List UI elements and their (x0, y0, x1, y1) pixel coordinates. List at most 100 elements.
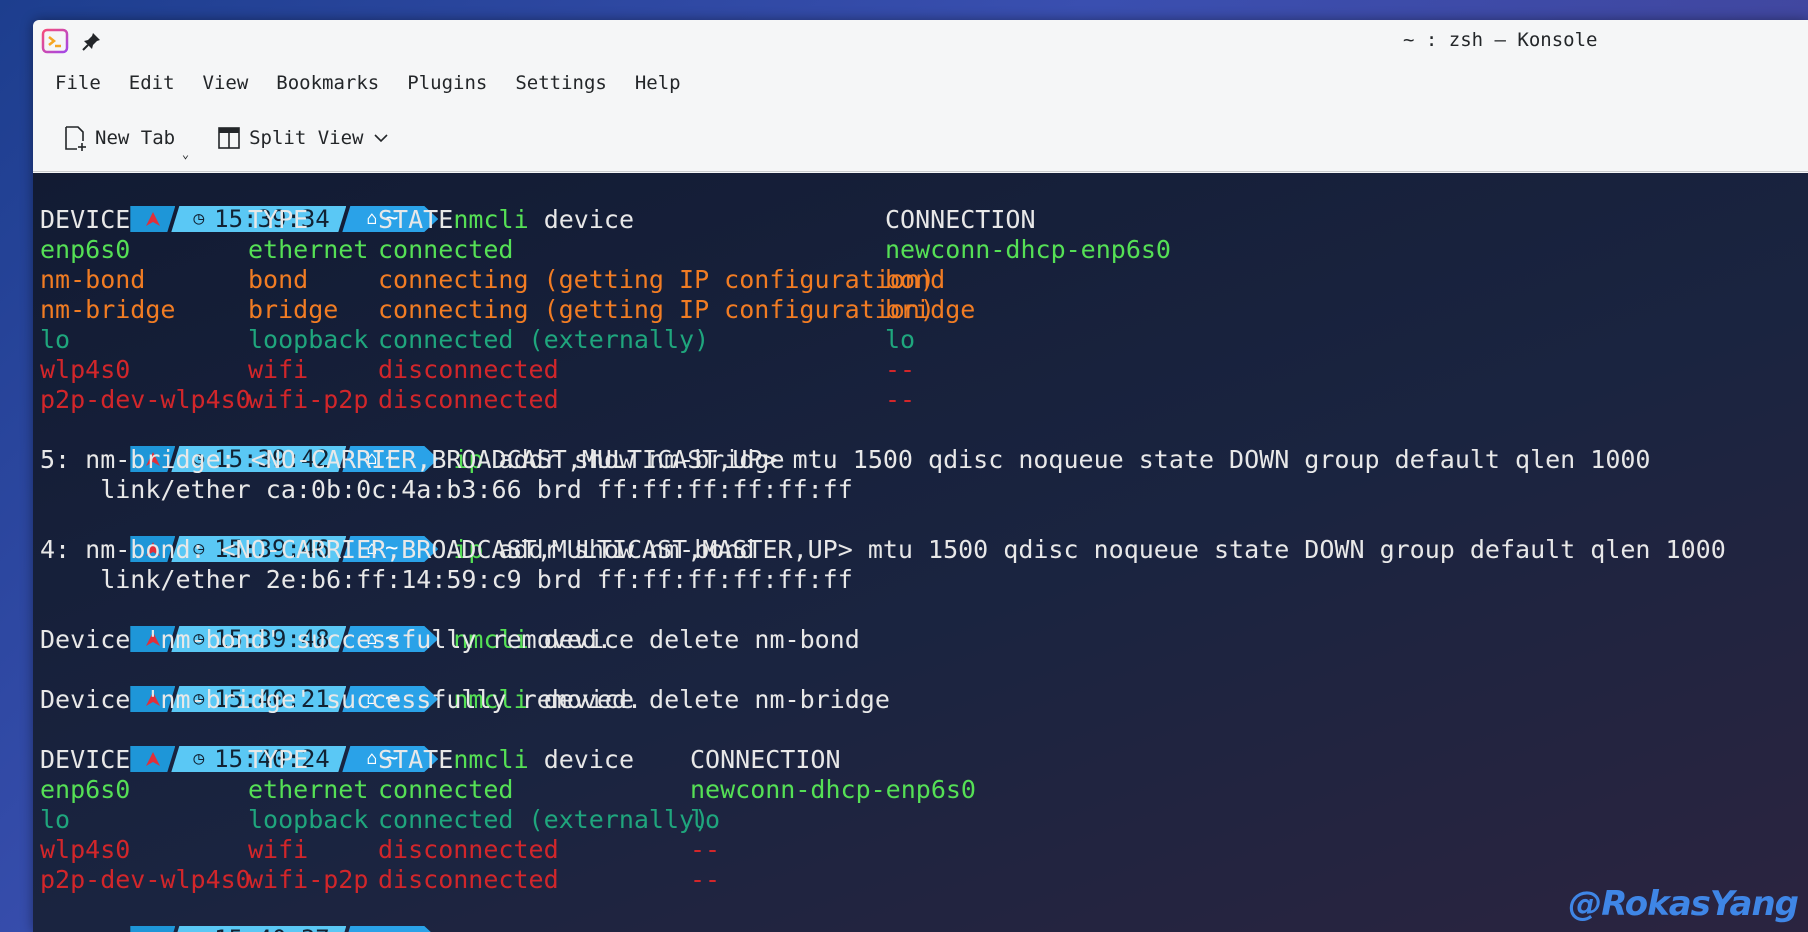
cell-device: lo (40, 325, 71, 354)
header-connection: CONNECTION (690, 745, 841, 774)
menu-view[interactable]: View (189, 66, 263, 100)
cell-type: wifi-p2p (248, 865, 369, 894)
prompt-time: 15:40:37 (214, 924, 330, 932)
menu-file[interactable]: File (41, 66, 115, 100)
cell-state: connected (378, 235, 514, 264)
cell-connection: -- (885, 385, 916, 414)
table-row: wlp4s0 wifi disconnected -- (40, 835, 1808, 865)
watermark: @RokasYang (1568, 884, 1799, 924)
header-type: TYPE (248, 205, 309, 234)
dir-segment: ⌂~ (342, 926, 438, 932)
cell-connection: newconn-dhcp-enp6s0 (690, 775, 976, 804)
cell-state: disconnected (378, 385, 559, 414)
cell-connection: lo (690, 805, 721, 834)
table-row: enp6s0 ethernet connected newconn-dhcp-e… (40, 235, 1808, 265)
cell-type: bridge (248, 295, 339, 324)
prompt-line: ◷ 15:39:34 ⌂ ~ nmcli device (40, 175, 1808, 234)
menu-bar: File Edit View Bookmarks Plugins Setting… (33, 62, 1808, 104)
table-header: DEVICE TYPE STATE CONNECTION (40, 745, 1808, 775)
header-device: DEVICE (40, 205, 131, 234)
cell-state: connecting (getting IP configuration) (378, 295, 935, 324)
output-line: Device 'nm-bond' successfully removed. (40, 625, 612, 654)
table-row: lo loopback connected (externally) lo (40, 805, 1808, 835)
table-row: wlp4s0 wifi disconnected -- (40, 355, 1808, 385)
cell-connection: bridge (885, 295, 976, 324)
cell-device: enp6s0 (40, 235, 131, 264)
cell-state: disconnected (378, 835, 559, 864)
table-row: nm-bridge bridge connecting (getting IP … (40, 295, 1808, 325)
cell-state: disconnected (378, 355, 559, 384)
new-tab-label: New Tab (95, 126, 176, 149)
cell-type: loopback (248, 325, 369, 354)
cell-device: p2p-dev-wlp4s0 (40, 385, 251, 414)
new-tab-button[interactable]: New Tab ⌄ (63, 125, 189, 161)
table-row: lo loopback connected (externally) lo (40, 325, 1808, 355)
header-device: DEVICE (40, 745, 131, 774)
cell-type: bond (248, 265, 309, 294)
toolbar: New Tab ⌄ Split View (33, 104, 1808, 172)
cell-type: wifi-p2p (248, 385, 369, 414)
menu-bookmarks[interactable]: Bookmarks (262, 66, 393, 100)
cell-connection: -- (690, 835, 721, 864)
chevron-down-icon[interactable]: ⌄ (182, 147, 189, 161)
chevron-down-icon[interactable] (373, 133, 389, 143)
split-view-button[interactable]: Split View (217, 126, 397, 150)
output-line: link/ether ca:0b:0c:4a:b3:66 brd ff:ff:f… (40, 475, 853, 504)
menu-help[interactable]: Help (621, 66, 695, 100)
menu-edit[interactable]: Edit (115, 66, 189, 100)
cell-connection: newconn-dhcp-enp6s0 (885, 235, 1171, 264)
header-type: TYPE (248, 745, 309, 774)
cell-device: enp6s0 (40, 775, 131, 804)
cell-type: wifi (248, 355, 309, 384)
prompt-line: ◷ 15:39:46 ⌂ ~ ip addr show nm-bond (40, 505, 1808, 564)
prompt-line: ◷ 15:40:24 ⌂ ~ nmcli device (40, 715, 1808, 774)
cell-state: disconnected (378, 865, 559, 894)
cell-type: loopback (248, 805, 369, 834)
title-bar[interactable]: ~ : zsh — Konsole (33, 20, 1808, 62)
prompt: ◷15:40:37 ⌂~ (130, 926, 438, 932)
window-title: ~ : zsh — Konsole (1403, 29, 1598, 51)
header-state: STATE (378, 745, 454, 774)
cell-connection: bond (885, 265, 946, 294)
new-tab-icon (65, 125, 86, 151)
split-view-label: Split View (249, 126, 364, 149)
split-view-icon (218, 126, 240, 149)
cell-device: nm-bridge (40, 295, 176, 324)
cell-type: ethernet (248, 775, 369, 804)
output-line: Device 'nm-bridge' successfully removed. (40, 685, 643, 714)
cell-type: wifi (248, 835, 309, 864)
table-row: p2p-dev-wlp4s0 wifi-p2p disconnected -- (40, 385, 1808, 415)
home-icon: ⌂ (366, 924, 377, 932)
cell-state: connected (externally) (378, 805, 710, 834)
prompt-dir: ~ (385, 924, 398, 932)
cell-connection: lo (885, 325, 916, 354)
menu-plugins[interactable]: Plugins (393, 66, 501, 100)
table-row: enp6s0 ethernet connected newconn-dhcp-e… (40, 775, 1808, 805)
terminal-view[interactable]: ◷ 15:39:34 ⌂ ~ nmcli device DEVICE TYPE ST… (33, 173, 1808, 932)
cell-state: connected (378, 775, 514, 804)
cell-device: lo (40, 805, 71, 834)
cell-state: connecting (getting IP configuration) (378, 265, 935, 294)
table-header: DEVICE TYPE STATE CONNECTION (40, 205, 1808, 235)
distro-segment (130, 926, 175, 932)
time-segment: ◷ 15:40:37 (171, 926, 346, 932)
output-line: 4: nm-bond: <NO-CARRIER,BROADCAST,MULTIC… (40, 535, 1726, 564)
konsole-window: ~ : zsh — Konsole File Edit View Bookmar… (33, 20, 1808, 932)
cell-device: wlp4s0 (40, 355, 131, 384)
cell-device: wlp4s0 (40, 835, 131, 864)
prompt-line: ◷ 15:40:21 ⌂ ~ nmcli device delete nm-brid… (40, 655, 1808, 714)
cell-device: nm-bond (40, 265, 146, 294)
cell-device: p2p-dev-wlp4s0 (40, 865, 251, 894)
table-row: p2p-dev-wlp4s0 wifi-p2p disconnected -- (40, 865, 1808, 895)
pin-icon[interactable] (81, 30, 103, 52)
cell-state: connected (externally) (378, 325, 710, 354)
output-line: 5: nm-bridge: <NO-CARRIER,BROADCAST,MULT… (40, 445, 1651, 474)
prompt-line: ◷15:40:37 ⌂~ (40, 895, 1808, 925)
clock-icon: ◷ (193, 924, 204, 932)
prompt-line: ◷ 15:39:48 ⌂ ~ nmcli device delete nm-bond (40, 595, 1808, 654)
cell-type: ethernet (248, 235, 369, 264)
output-line: link/ether 2e:b6:ff:14:59:c9 brd ff:ff:f… (40, 565, 853, 594)
cell-connection: -- (885, 355, 916, 384)
prompt-line: ◷ 15:39:42 ⌂ ~ ip addr show nm-bridge (40, 415, 1808, 474)
menu-settings[interactable]: Settings (501, 66, 621, 100)
